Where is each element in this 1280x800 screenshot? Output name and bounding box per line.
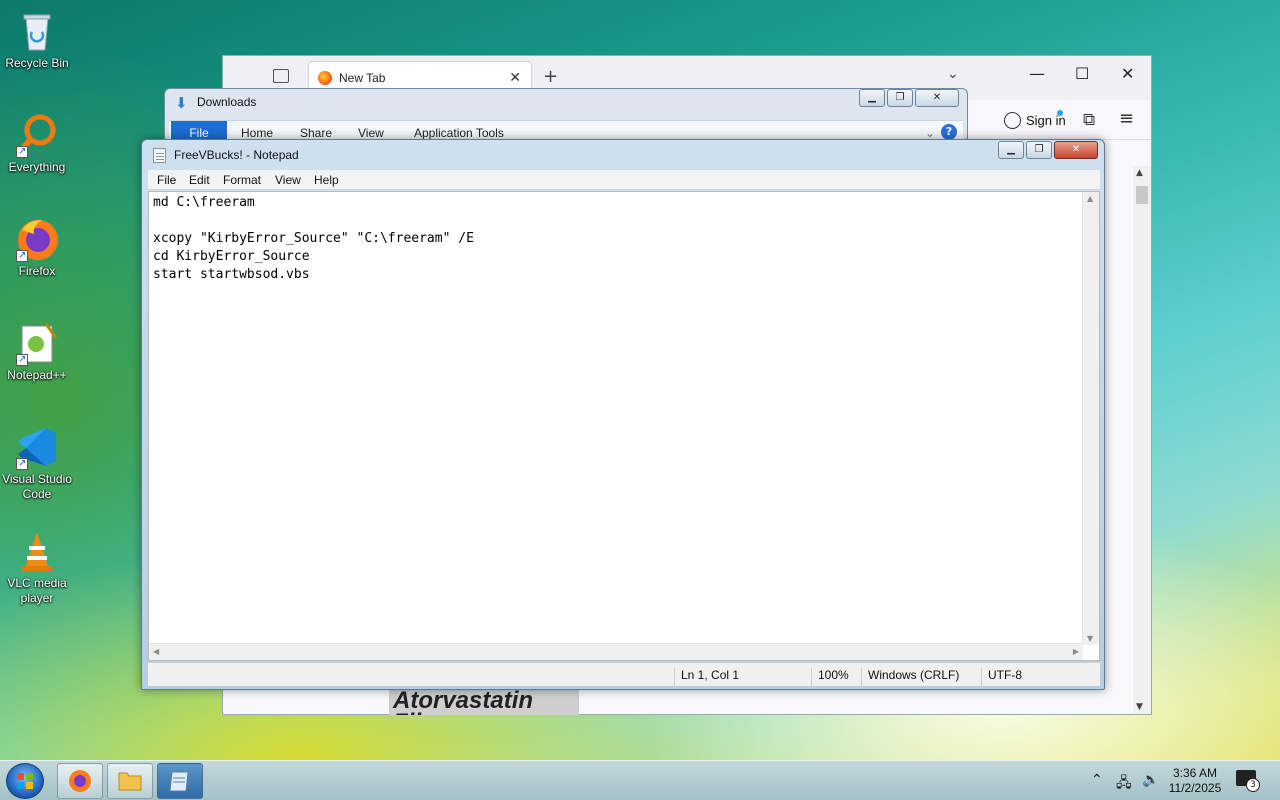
account-icon [1004, 112, 1021, 129]
firefox-icon [69, 770, 91, 792]
desktop-icon-label: Recycle Bin [5, 56, 69, 70]
browser-vertical-scrollbar[interactable]: ▲ ▼ [1133, 166, 1151, 714]
vlc-cone-icon [14, 528, 60, 574]
shortcut-arrow-icon [16, 248, 28, 263]
show-hidden-icons-icon[interactable]: ⌃ [1091, 771, 1103, 800]
shortcut-arrow-icon [16, 352, 28, 367]
volume-muted-icon[interactable]: 🔈 [1142, 771, 1159, 800]
page-image-fragment: Atorvastatin Film [389, 690, 579, 715]
close-tab-icon[interactable]: ✕ [509, 69, 521, 86]
shortcut-arrow-icon [16, 144, 28, 159]
scroll-up-icon[interactable]: ▲ [1136, 168, 1143, 178]
status-line-ending: Windows (CRLF) [861, 668, 959, 686]
text-editor-area[interactable]: ▲ ▼ ◀ ▶ [148, 191, 1100, 661]
action-center-icon[interactable]: 3 [1236, 770, 1260, 792]
status-zoom: 100% [811, 668, 849, 686]
desktop-icon-firefox[interactable]: Firefox [0, 216, 74, 279]
ribbon-tab-view[interactable]: View [358, 126, 384, 140]
notification-dot [1057, 110, 1063, 116]
taskbar-notepad[interactable] [157, 763, 203, 799]
shortcut-arrow-icon [16, 456, 28, 471]
taskbar: ⌃ 🖧 🔈 3:36 AM 11/2/2025 3 [0, 760, 1280, 800]
download-arrow-icon: ⬇ [175, 94, 188, 112]
caption-buttons: ▁ ❐ ✕ [998, 141, 1098, 159]
firefox-icon [318, 71, 332, 85]
notepad-plus-plus-icon [14, 320, 60, 367]
ribbon-tab-application-tools[interactable]: Application Tools [414, 126, 504, 140]
vertical-scrollbar[interactable]: ▲ ▼ [1082, 192, 1099, 645]
menu-file[interactable]: File [157, 173, 176, 187]
status-encoding: UTF-8 [981, 668, 1022, 686]
firefox-icon [14, 216, 60, 263]
window-title: Downloads [197, 95, 257, 109]
desktop-icon-label: Everything [8, 160, 66, 174]
desktop-icon-everything[interactable]: Everything [0, 112, 74, 175]
ribbon-expand-icon[interactable]: ⌄ [925, 126, 935, 140]
document-text[interactable] [153, 194, 1073, 634]
scroll-right-icon[interactable]: ▶ [1073, 647, 1079, 656]
help-icon[interactable]: ? [941, 124, 957, 140]
close-button[interactable]: ✕ [915, 89, 959, 107]
desktop-icon-label: Visual Studio Code [2, 472, 72, 501]
tab-list-icon[interactable] [273, 69, 289, 83]
vscode-icon [14, 424, 60, 471]
clock-date: 11/2/2025 [1168, 781, 1222, 795]
scroll-down-icon[interactable]: ▼ [1087, 634, 1093, 643]
horizontal-scrollbar[interactable]: ◀ ▶ [149, 643, 1083, 660]
maximize-icon[interactable]: ☐ [1075, 64, 1089, 83]
desktop-icon-vscode[interactable]: Visual Studio Code [0, 424, 74, 502]
clock-time: 3:36 AM [1172, 766, 1218, 780]
close-button[interactable]: ✕ [1054, 141, 1098, 159]
chevron-down-icon[interactable]: ⌄ [947, 66, 959, 82]
scroll-left-icon[interactable]: ◀ [153, 647, 159, 656]
extensions-icon[interactable]: ⧉ [1083, 110, 1095, 130]
notepad-window[interactable]: FreeVBucks! - Notepad ▁ ❐ ✕ File Edit Fo… [141, 139, 1105, 690]
tab-title: New Tab [339, 71, 386, 85]
minimize-button[interactable]: ▁ [859, 89, 885, 107]
status-cursor-position: Ln 1, Col 1 [674, 668, 739, 686]
close-icon[interactable]: ✕ [1121, 64, 1134, 83]
new-tab-icon[interactable]: + [543, 66, 558, 87]
ribbon-tab-share[interactable]: Share [300, 126, 332, 140]
desktop-icon-notepadpp[interactable]: Notepad++ [0, 320, 74, 383]
notepad-icon [169, 771, 189, 792]
desktop-icon-recycle-bin[interactable]: Recycle Bin [0, 8, 74, 71]
desktop-icon-label: Firefox [18, 264, 56, 278]
menu-view[interactable]: View [275, 173, 301, 187]
caption-buttons: ▁ ❐ ✕ [859, 89, 959, 107]
network-icon[interactable]: 🖧 [1116, 772, 1132, 800]
folder-icon [118, 772, 142, 791]
restore-button[interactable]: ❐ [887, 89, 913, 107]
scroll-down-icon[interactable]: ▼ [1136, 702, 1143, 712]
desktop-icon-label: VLC media player [7, 576, 67, 605]
minimize-icon[interactable]: — [1029, 64, 1045, 83]
everything-search-icon [14, 112, 60, 159]
menu-bar: File Edit Format View Help [148, 170, 1100, 190]
recycle-bin-icon [14, 8, 60, 54]
desktop-icon-vlc[interactable]: VLC media player [0, 528, 74, 606]
menu-format[interactable]: Format [223, 173, 261, 187]
menu-edit[interactable]: Edit [189, 173, 210, 187]
window-title: FreeVBucks! - Notepad [174, 148, 299, 162]
notification-count-badge: 3 [1246, 778, 1260, 792]
hamburger-menu-icon[interactable]: ≡ [1119, 108, 1134, 129]
desktop-icon-label: Notepad++ [7, 368, 67, 382]
restore-button[interactable]: ❐ [1026, 141, 1052, 159]
menu-help[interactable]: Help [314, 173, 339, 187]
start-button[interactable] [6, 763, 44, 799]
taskbar-firefox[interactable] [57, 763, 103, 799]
notepad-icon [153, 148, 166, 163]
windows-logo-icon [17, 773, 34, 790]
scroll-thumb[interactable] [1136, 186, 1148, 204]
taskbar-file-explorer[interactable] [107, 763, 153, 799]
minimize-button[interactable]: ▁ [998, 141, 1024, 159]
taskbar-clock[interactable]: 3:36 AM 11/2/2025 [1160, 766, 1230, 796]
sign-in-button[interactable]: Sign in [998, 106, 1070, 136]
status-bar: Ln 1, Col 1 100% Windows (CRLF) UTF-8 [148, 662, 1100, 686]
scroll-up-icon[interactable]: ▲ [1087, 194, 1093, 203]
ribbon-tab-home[interactable]: Home [241, 126, 273, 140]
